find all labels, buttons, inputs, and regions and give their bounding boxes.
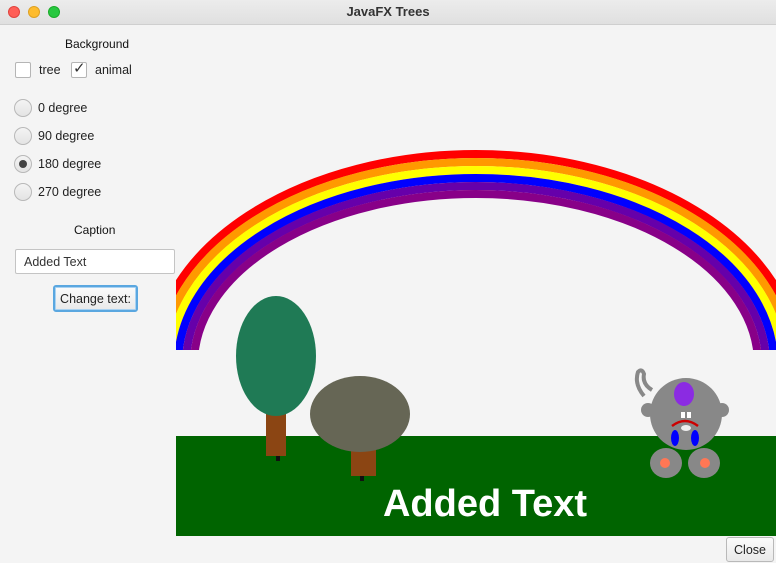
tree-checkbox-label: tree: [39, 63, 61, 77]
radio-90-degree-label: 90 degree: [38, 129, 95, 143]
tree-foliage: [236, 296, 316, 416]
title-bar: JavaFX Trees: [0, 0, 776, 25]
scene-canvas: Added Text: [176, 150, 776, 536]
caption-input[interactable]: [15, 249, 182, 274]
caption-heading: Caption: [74, 223, 116, 237]
tree-trunk: [266, 412, 286, 456]
background-heading: Background: [65, 37, 130, 51]
checkmark-icon: ✓: [73, 60, 86, 77]
radio-0-degree-label: 0 degree: [38, 101, 88, 115]
animal-checkbox-label: animal: [95, 63, 132, 77]
radio-180-degree-label: 180 degree: [38, 157, 102, 171]
tree-foliage: [310, 376, 410, 452]
window-title: JavaFX Trees: [346, 4, 430, 19]
caption-input-field[interactable]: [16, 250, 182, 273]
radio-90-degree[interactable]: [14, 127, 32, 145]
radio-270-degree[interactable]: [14, 183, 32, 201]
radio-180-degree[interactable]: [14, 155, 32, 173]
radio-selected-dot: [19, 160, 27, 168]
close-button[interactable]: Close: [726, 537, 774, 562]
scene-caption: Added Text: [383, 483, 587, 525]
change-text-button[interactable]: Change text:: [53, 285, 138, 312]
radio-270-degree-label: 270 degree: [38, 185, 102, 199]
animal-checkbox[interactable]: ✓: [71, 60, 87, 78]
tree-checkbox[interactable]: [15, 62, 31, 78]
radio-0-degree[interactable]: [14, 99, 32, 117]
